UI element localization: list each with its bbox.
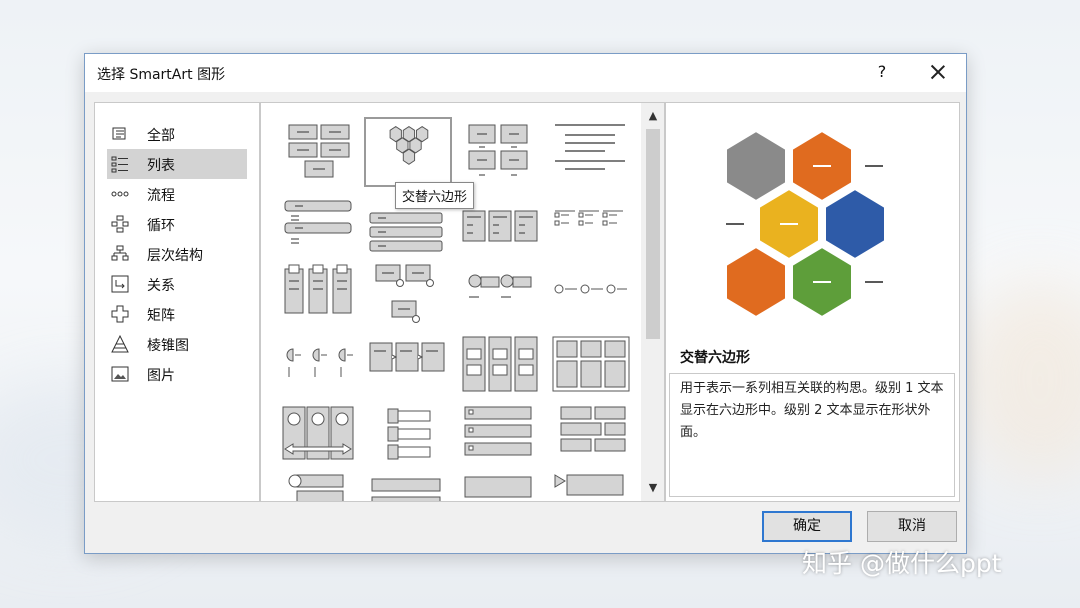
layout-thumbnail[interactable] (275, 331, 363, 401)
category-label: 层次结构 (147, 248, 203, 264)
layout-thumbnail[interactable] (457, 471, 545, 501)
picture-icon (111, 366, 129, 382)
category-label: 关系 (147, 278, 175, 294)
category-matrix[interactable]: 矩阵 (107, 299, 247, 329)
layout-thumbnail[interactable] (547, 401, 635, 471)
category-process[interactable]: 流程 (107, 179, 247, 209)
layout-thumbnail[interactable] (364, 331, 452, 401)
category-label: 矩阵 (147, 308, 175, 324)
category-label: 棱锥图 (147, 338, 189, 354)
close-button[interactable] (925, 60, 951, 84)
category-label: 列表 (147, 158, 175, 174)
category-relationship[interactable]: 关系 (107, 269, 247, 299)
category-label: 循环 (147, 218, 175, 234)
cancel-button[interactable]: 取消 (867, 511, 957, 542)
preview-description: 用于表示一系列相互关联的构思。级别 1 文本显示在六边形中。级别 2 文本显示在… (669, 373, 955, 497)
category-label: 全部 (147, 128, 175, 144)
scroll-down-icon[interactable]: ▼ (641, 477, 664, 499)
layout-thumbnail[interactable] (275, 259, 363, 329)
layout-thumbnail[interactable] (275, 189, 363, 259)
relationship-icon (111, 275, 129, 293)
cycle-icon (111, 215, 129, 233)
layout-thumbnail[interactable] (457, 401, 545, 471)
matrix-icon (111, 305, 129, 323)
layout-thumbnail[interactable] (364, 259, 452, 329)
layout-thumbnail[interactable] (547, 189, 635, 259)
layout-thumbnail[interactable] (275, 471, 363, 501)
layout-thumbnail[interactable] (457, 259, 545, 329)
scroll-thumb[interactable] (646, 129, 660, 339)
watermark: 知乎 @做什么ppt (802, 549, 1002, 578)
category-pyramid[interactable]: 棱锥图 (107, 329, 247, 359)
process-icon (111, 191, 129, 197)
scroll-up-icon[interactable]: ▲ (641, 105, 664, 127)
hexagon-preview-image (725, 129, 886, 319)
hierarchy-icon (111, 245, 129, 261)
gallery-scrollbar[interactable]: ▲ ▼ (641, 103, 664, 501)
pyramid-icon (111, 335, 129, 353)
layout-tooltip: 交替六边形 (395, 182, 475, 209)
layout-thumbnail-alternating-hexagons[interactable] (364, 117, 452, 187)
smartart-dialog: 选择 SmartArt 图形 ? 全部 列表 流程 循环 层次结构 关系 矩阵 … (84, 53, 967, 554)
category-list-item[interactable]: 列表 (107, 149, 247, 179)
preview-title: 交替六边形 (680, 350, 750, 366)
category-list: 全部 列表 流程 循环 层次结构 关系 矩阵 棱锥图 图片 (94, 102, 260, 502)
category-all[interactable]: 全部 (107, 119, 247, 149)
category-cycle[interactable]: 循环 (107, 209, 247, 239)
category-label: 流程 (147, 188, 175, 204)
all-icon (112, 127, 126, 140)
layout-thumbnail[interactable] (547, 331, 635, 401)
layout-thumbnail[interactable] (364, 401, 452, 471)
layout-thumbnail[interactable] (547, 117, 635, 187)
layout-thumbnail[interactable] (275, 117, 363, 187)
category-hierarchy[interactable]: 层次结构 (107, 239, 247, 269)
title-bar: 选择 SmartArt 图形 ? (85, 54, 966, 92)
dialog-title: 选择 SmartArt 图形 (97, 67, 226, 83)
layout-thumbnail[interactable] (457, 117, 545, 187)
help-button[interactable]: ? (871, 61, 893, 83)
layout-thumbnail[interactable] (547, 471, 635, 501)
list-icon (111, 156, 128, 173)
layout-thumbnail[interactable] (364, 471, 452, 501)
layout-thumbnail[interactable] (275, 401, 363, 471)
ok-button[interactable]: 确定 (762, 511, 852, 542)
layout-thumbnail[interactable] (547, 259, 635, 329)
preview-panel: 交替六边形 用于表示一系列相互关联的构思。级别 1 文本显示在六边形中。级别 2… (665, 102, 960, 502)
category-picture[interactable]: 图片 (107, 359, 247, 389)
category-label: 图片 (147, 368, 175, 384)
layout-thumbnail[interactable] (457, 331, 545, 401)
layout-gallery: 交替六边形 ▲ ▼ (260, 102, 665, 502)
